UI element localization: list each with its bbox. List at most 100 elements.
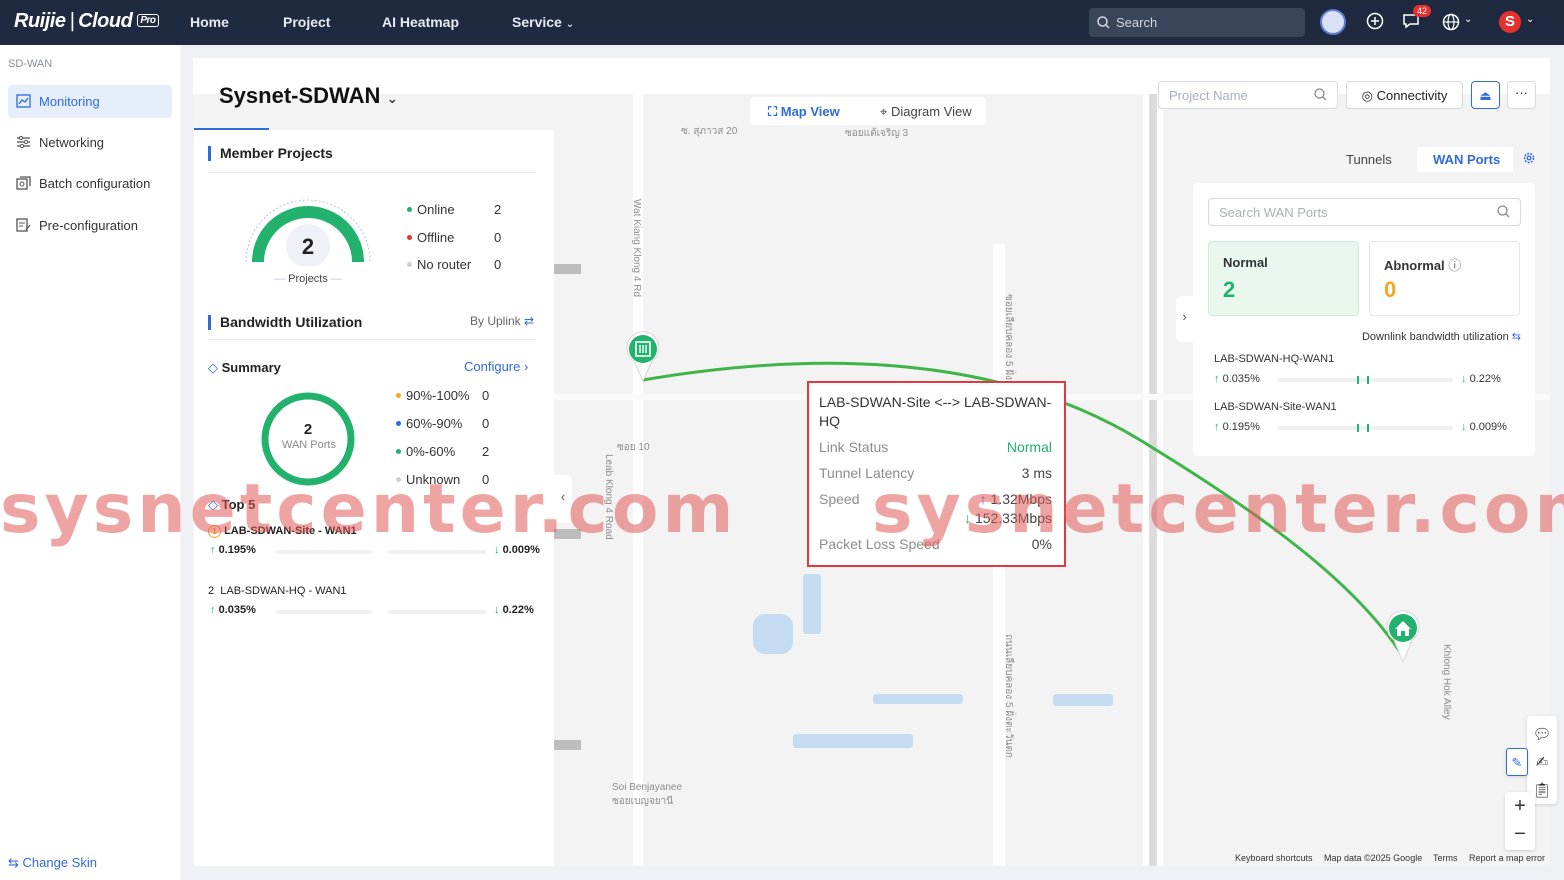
- alarm-button[interactable]: ⏏: [1471, 81, 1500, 109]
- by-uplink-toggle[interactable]: By Uplink ⇄: [470, 314, 534, 328]
- diagram-icon: ⌖: [880, 104, 888, 119]
- report-map-error-link[interactable]: Report a map error: [1469, 853, 1545, 863]
- configure-link[interactable]: Configure ›: [464, 359, 528, 374]
- panel-tab-indicator: [194, 128, 269, 130]
- legend-label: 60%-90%: [406, 416, 463, 431]
- abnormal-count: 0: [1384, 277, 1397, 302]
- wan-port-name: LAB-SDWAN-Site-WAN1: [1214, 401, 1337, 413]
- wan-ports-search-input[interactable]: Search WAN Ports: [1208, 198, 1521, 226]
- connectivity-icon: ◎: [1361, 88, 1373, 103]
- connectivity-label: Connectivity: [1376, 88, 1448, 103]
- bw-legend-60-90: 60%-90%: [396, 416, 462, 431]
- zoom-in-button[interactable]: +: [1505, 792, 1535, 820]
- link-status-label: Link Status: [819, 439, 889, 455]
- diagram-view-label: Diagram View: [890, 104, 972, 119]
- more-options-button[interactable]: ···: [1507, 81, 1536, 109]
- down-value: 0.22%: [502, 604, 534, 616]
- gear-icon[interactable]: [1522, 151, 1536, 165]
- top5-name: LAB-SDWAN-HQ - WAN1: [220, 585, 347, 597]
- wan-search-placeholder: Search WAN Ports: [1219, 205, 1328, 220]
- up-value: 0.035%: [218, 604, 256, 616]
- rank-number: 2: [208, 585, 215, 597]
- down-bar: [388, 610, 486, 614]
- more-icon: ···: [1515, 85, 1528, 100]
- projects-total: 2: [301, 234, 315, 259]
- bw-value: 0: [482, 388, 490, 403]
- normal-label: Normal: [1223, 255, 1268, 270]
- arrow-down-icon: ↓: [1461, 373, 1467, 385]
- down-bar: [388, 550, 486, 554]
- map-view-label: Map View: [780, 104, 840, 119]
- downlink-toggle[interactable]: Downlink bandwidth utilization ⇆: [1362, 330, 1521, 343]
- by-uplink-label: By Uplink: [470, 314, 521, 328]
- abnormal-heading: Abnormal ⓘ: [1384, 255, 1461, 274]
- legend-label: Offline: [417, 230, 455, 245]
- collapse-right-panel-button[interactable]: ›: [1176, 296, 1193, 342]
- map-tools: 💬︎ ✍︎ 📋︎: [1527, 716, 1557, 804]
- top5-row[interactable]: 2 LAB-SDWAN-HQ - WAN1: [208, 585, 347, 597]
- summary-heading: ◇ Summary: [208, 360, 281, 376]
- tab-tunnels[interactable]: Tunnels: [1346, 152, 1392, 167]
- site-marker-hq[interactable]: [625, 331, 661, 383]
- abnormal-label: Abnormal: [1384, 258, 1445, 273]
- abnormal-ports-card[interactable]: Abnormal ⓘ 0: [1369, 241, 1520, 316]
- tunnel-title: LAB-SDWAN-Site <--> LAB-SDWAN-HQ: [819, 394, 1052, 429]
- no-router-legend: No router: [407, 257, 471, 272]
- up-value: 0.195%: [1222, 421, 1260, 433]
- diamond-icon: ◇: [208, 360, 218, 375]
- up-bar: [276, 610, 372, 614]
- wan-port-name: LAB-SDWAN-HQ-WAN1: [1214, 353, 1335, 365]
- map-view-tab[interactable]: ⛶ Map View: [768, 104, 840, 120]
- chevron-right-icon: ›: [524, 359, 529, 374]
- edit-icon[interactable]: ✎: [1506, 748, 1528, 776]
- legend-label: No router: [417, 257, 472, 272]
- diagram-view-tab[interactable]: ⌖ Diagram View: [880, 104, 972, 120]
- arrow-up-icon: ↑: [210, 604, 216, 616]
- bw-dot: [396, 449, 401, 454]
- legend-label: Online: [417, 202, 455, 217]
- projects-label: Projects: [288, 273, 328, 285]
- online-count: 2: [494, 202, 502, 217]
- chat-icon[interactable]: 💬︎: [1527, 721, 1557, 749]
- port-usage-bar: [1277, 378, 1453, 382]
- wan-ports-panel: Search WAN Ports Normal 2 Abnormal ⓘ 0 D…: [1193, 183, 1535, 456]
- chevron-right-icon: ›: [1182, 309, 1187, 324]
- right-panel-tabs: Tunnels WAN Ports: [1328, 147, 1513, 172]
- zoom-out-button[interactable]: −: [1505, 820, 1535, 848]
- link-status-value: Normal: [1006, 439, 1052, 455]
- switch-icon: ⇆: [1511, 331, 1521, 343]
- zoom-controls: + −: [1505, 792, 1535, 850]
- connectivity-button[interactable]: ◎ Connectivity: [1346, 81, 1463, 109]
- configure-label: Configure: [464, 359, 521, 374]
- project-name-input[interactable]: Project Name: [1158, 81, 1338, 109]
- page-title: Sysnet-SDWAN: [219, 83, 381, 108]
- watermark-left: sysnetcenter.com: [0, 470, 738, 549]
- speed-label: Speed: [819, 491, 860, 507]
- no-router-dot: [407, 262, 412, 267]
- map-icon: ⛶: [768, 104, 778, 119]
- port-usage-tick: [1357, 424, 1359, 432]
- normal-count: 2: [1223, 277, 1236, 302]
- bw-value: 2: [482, 444, 490, 459]
- site-marker-branch[interactable]: [1385, 610, 1421, 664]
- arrow-up-icon: ↑: [1214, 421, 1220, 433]
- offline-legend: Offline: [407, 230, 454, 245]
- keyboard-shortcuts-link[interactable]: Keyboard shortcuts: [1235, 853, 1313, 863]
- project-selector[interactable]: Sysnet-SDWAN ⌄: [219, 83, 398, 109]
- handshake-icon[interactable]: ✍︎: [1527, 749, 1557, 777]
- summary-label: Summary: [221, 360, 281, 375]
- search-icon: [1314, 88, 1327, 101]
- help-icon[interactable]: ⓘ: [1448, 258, 1461, 273]
- normal-ports-card[interactable]: Normal 2: [1208, 241, 1359, 316]
- port-usage-tick: [1367, 376, 1369, 384]
- projects-gauge-label: — Projects —: [274, 273, 342, 285]
- bw-dot: [396, 421, 401, 426]
- downlink-label: Downlink bandwidth utilization: [1361, 331, 1509, 343]
- terms-link[interactable]: Terms: [1433, 853, 1458, 863]
- project-name-placeholder: Project Name: [1169, 88, 1248, 103]
- arrow-down-icon: ↓: [1461, 421, 1467, 433]
- search-icon: [1497, 205, 1510, 218]
- bw-legend-90-100: 90%-100%: [396, 388, 470, 403]
- port-usage-tick: [1357, 376, 1359, 384]
- tab-wan-ports[interactable]: WAN Ports: [1417, 147, 1513, 172]
